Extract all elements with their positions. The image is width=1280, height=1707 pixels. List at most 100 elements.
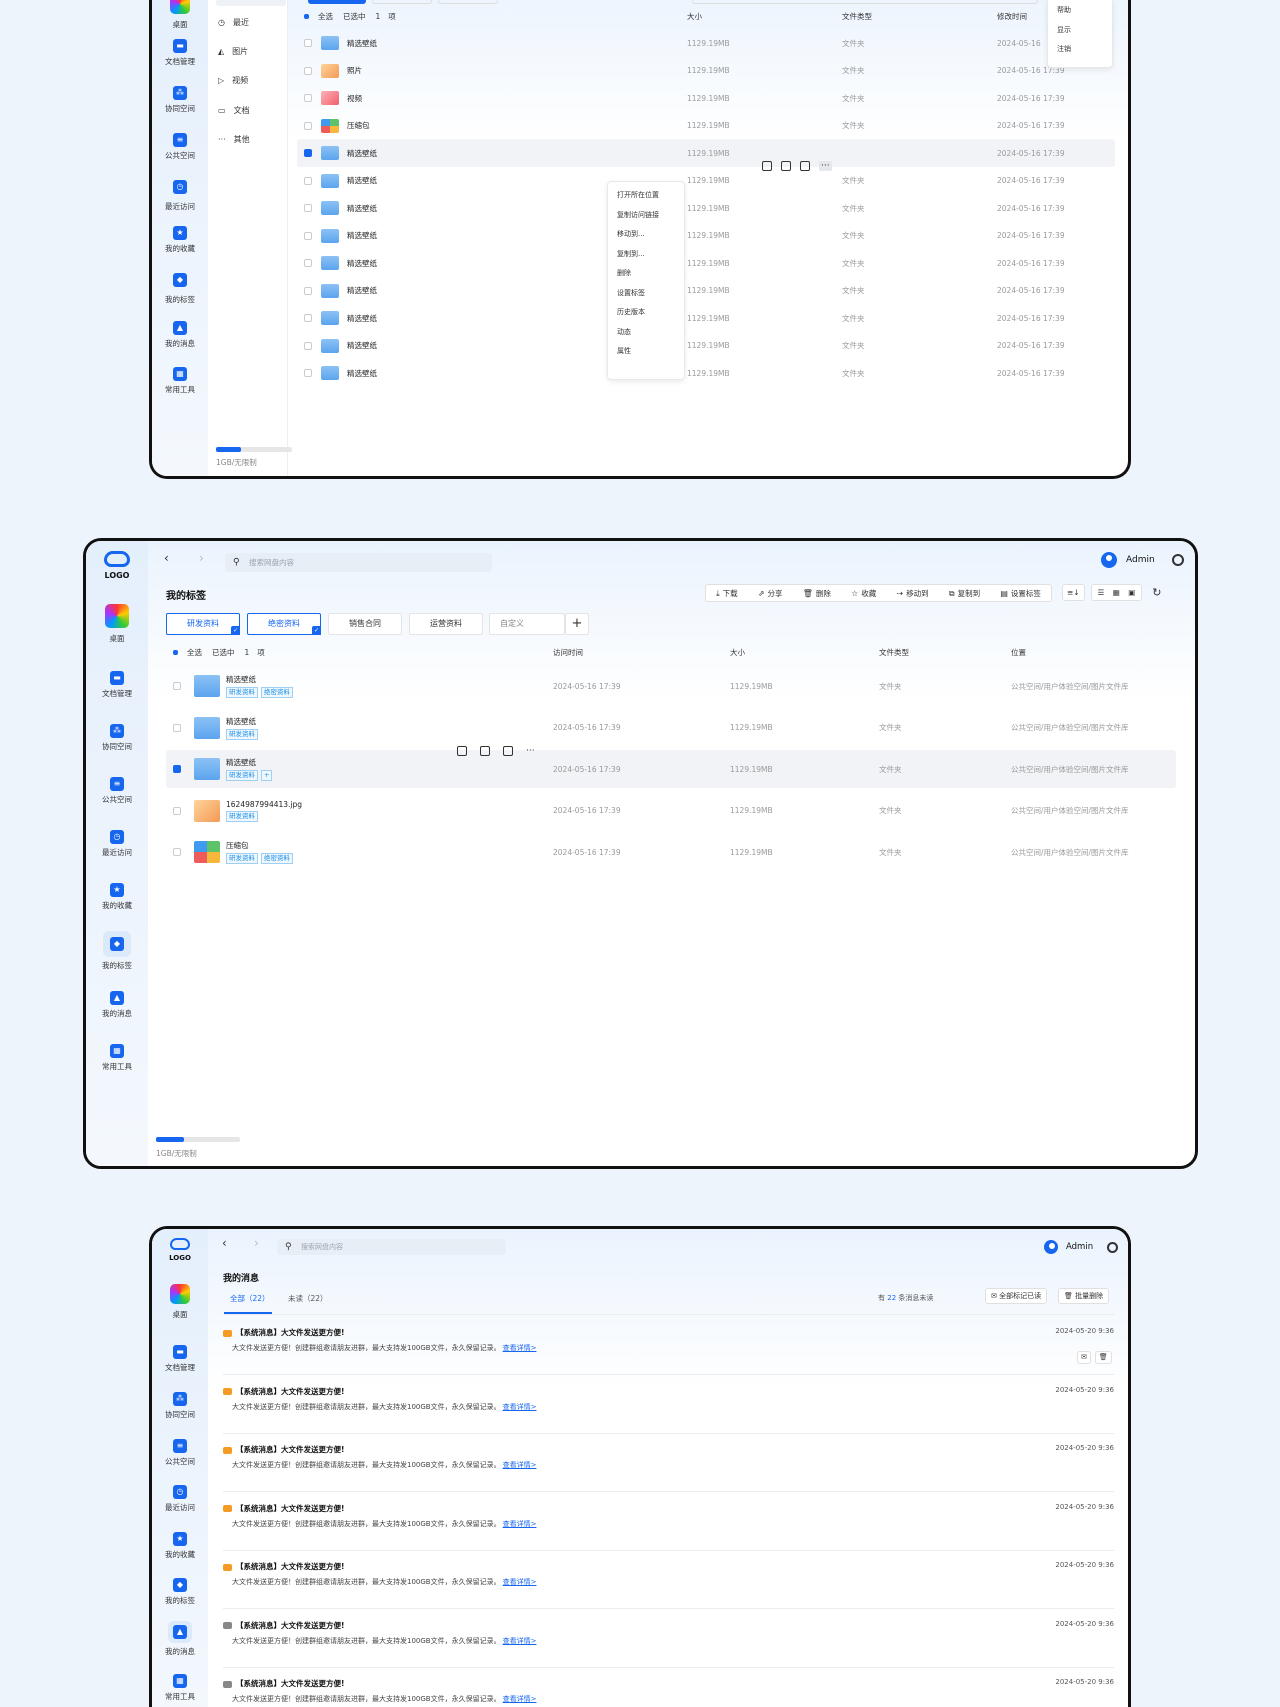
tag-filter-chip[interactable]: 销售合同: [328, 613, 402, 635]
message-item[interactable]: 【系统消息】大文件发送更方便! 大文件发送更方便！创建群组邀请朋友进群，最大支持发…: [223, 1497, 1114, 1551]
rail-item-favorites[interactable]: ★ 我的收藏: [152, 226, 208, 254]
view-details-link[interactable]: 查看详情>: [503, 1578, 537, 1586]
more-icon[interactable]: ···: [526, 746, 535, 756]
rail-item-recent[interactable]: ◷ 最近访问: [86, 830, 148, 858]
message-item[interactable]: 【系统消息】大文件发送更方便! 大文件发送更方便！创建群组邀请朋友进群，最大支持发…: [223, 1614, 1114, 1668]
rail-item-recent[interactable]: ◷ 最近访问: [152, 1485, 208, 1513]
context-menu-item[interactable]: 设置标签: [608, 284, 684, 304]
col-size[interactable]: 大小: [730, 647, 745, 658]
toolbar-button-0[interactable]: ⤓ 下载: [716, 588, 738, 599]
file-name[interactable]: 精选壁纸: [347, 258, 377, 269]
row-checkbox[interactable]: [304, 341, 312, 350]
grid-view-icon[interactable]: ▦: [1113, 588, 1120, 597]
table-row[interactable]: 精选壁纸 1129.19MB 文件夹 2024-05-16 17:39: [297, 167, 1115, 195]
user-area[interactable]: Admin: [1101, 552, 1184, 568]
toolbar-button-6[interactable]: ▤ 设置标签: [1000, 588, 1041, 599]
rail-item-messages[interactable]: ▲ 我的消息: [152, 1621, 208, 1657]
row-checkbox[interactable]: [173, 806, 181, 815]
user-name[interactable]: Admin: [1126, 555, 1155, 565]
search-box-edge[interactable]: [692, 0, 1038, 4]
view-details-link[interactable]: 查看详情>: [503, 1637, 537, 1645]
rail-item-desktop[interactable]: 桌面: [152, 0, 208, 30]
toolbar-button-1[interactable]: ⇗ 分享: [758, 588, 783, 599]
category-item-other[interactable]: ··· 其他: [218, 134, 250, 145]
table-row[interactable]: 1624987994413.jpg 研发资料 2024-05-16 17:39 112…: [166, 792, 1176, 830]
message-item[interactable]: 【系统消息】大文件发送更方便! 大文件发送更方便！创建群组邀请朋友进群，最大支持发…: [223, 1555, 1114, 1609]
row-checkbox[interactable]: [304, 39, 312, 47]
rail-item-tags[interactable]: ◆ 我的标签: [152, 1578, 208, 1606]
mark-all-read-button[interactable]: ✉ 全部标记已读: [985, 1288, 1048, 1304]
rail-item-tools[interactable]: ▦ 常用工具: [152, 367, 208, 395]
table-row[interactable]: 压缩包 研发资料 绝密资料 2024-05-16 17:39 1129.19MB 文件夹 公…: [166, 833, 1176, 871]
table-row[interactable]: 照片 1129.19MB 文件夹 2024-05-16 17:39: [297, 57, 1115, 85]
rail-item-tools[interactable]: ▦ 常用工具: [86, 1044, 148, 1072]
delete-icon[interactable]: 🗑: [1094, 1351, 1112, 1364]
view-details-link[interactable]: 查看详情>: [503, 1520, 537, 1528]
batch-delete-button[interactable]: 🗑 批量删除: [1058, 1288, 1110, 1304]
file-name[interactable]: 精选壁纸: [347, 313, 377, 324]
col-type[interactable]: 文件类型: [842, 11, 872, 22]
rail-item-collab[interactable]: ⁂ 协同空间: [152, 86, 208, 114]
select-all-checkbox[interactable]: [173, 649, 178, 655]
toolbar-button-2[interactable]: 🗑 删除: [803, 588, 831, 599]
row-checkbox[interactable]: [304, 204, 312, 212]
search-input[interactable]: ⚲ 搜索网盘内容: [277, 1239, 506, 1255]
rail-item-collab[interactable]: ⁂ 协同空间: [152, 1392, 208, 1420]
secondary-action-button-2[interactable]: [438, 0, 498, 4]
rail-item-documents[interactable]: ▬ 文档管理: [86, 671, 148, 699]
row-checkbox[interactable]: [173, 848, 181, 856]
gear-icon[interactable]: [1171, 554, 1184, 566]
row-checkbox[interactable]: [304, 259, 312, 267]
context-menu-item[interactable]: 历史版本: [608, 303, 684, 323]
tag-filter-chip[interactable]: 运营资料: [409, 613, 483, 635]
file-name[interactable]: 精选壁纸: [347, 230, 377, 241]
tag-badge[interactable]: 研发资料: [226, 810, 258, 822]
row-checkbox[interactable]: [304, 176, 312, 185]
select-all-label[interactable]: 全选: [318, 11, 333, 22]
download-icon[interactable]: [480, 746, 490, 756]
row-checkbox[interactable]: [304, 369, 312, 377]
table-row[interactable]: 精选壁纸 1129.19MB 文件夹 2024-05-16: [297, 29, 1115, 57]
select-all-label[interactable]: 全选: [187, 647, 202, 658]
col-modified[interactable]: 修改时间: [997, 11, 1027, 22]
table-row[interactable]: 精选壁纸 研发资料 绝密资料 2024-05-16 17:39 1129.19MB 文件夹…: [166, 667, 1176, 705]
message-item[interactable]: 【系统消息】大文件发送更方便! 大文件发送更方便！创建群组邀请朋友进群，最大支持发…: [223, 1672, 1114, 1707]
view-details-link[interactable]: 查看详情>: [503, 1344, 537, 1352]
back-icon[interactable]: ‹: [164, 551, 169, 565]
rail-item-documents[interactable]: ▬ 文档管理: [152, 39, 208, 67]
rail-item-favorites[interactable]: ★ 我的收藏: [152, 1532, 208, 1560]
file-name[interactable]: 精选壁纸: [226, 716, 261, 727]
file-name[interactable]: 照片: [347, 65, 362, 76]
rail-item-recent[interactable]: ◷ 最近访问: [152, 176, 208, 212]
sort-icon[interactable]: ≡↓: [1062, 584, 1085, 601]
view-details-link[interactable]: 查看详情>: [503, 1461, 537, 1469]
message-item[interactable]: 【系统消息】大文件发送更方便! 大文件发送更方便！创建群组邀请朋友进群，最大支持发…: [223, 1438, 1114, 1492]
file-name[interactable]: 精选壁纸: [347, 340, 377, 351]
table-row[interactable]: 精选壁纸 研发资料 2024-05-16 17:39 1129.19MB 文件夹 公共空间…: [166, 709, 1176, 747]
rail-item-messages[interactable]: ▲ 我的消息: [152, 321, 208, 349]
rail-item-tags[interactable]: ◆ 我的标签: [86, 931, 148, 971]
table-row[interactable]: 压缩包 1129.19MB 文件夹 2024-05-16 17:39: [297, 112, 1115, 140]
row-checkbox[interactable]: [304, 286, 312, 295]
col-access-time[interactable]: 访问时间: [553, 647, 583, 658]
forward-icon[interactable]: ›: [199, 551, 204, 565]
file-name[interactable]: 视频: [347, 93, 362, 104]
file-name[interactable]: 精选壁纸: [226, 674, 296, 685]
category-top-item[interactable]: [216, 0, 286, 6]
file-name[interactable]: 精选壁纸: [347, 175, 377, 186]
user-menu-item[interactable]: 帮助: [1048, 1, 1112, 21]
avatar[interactable]: [1044, 1240, 1058, 1254]
more-icon[interactable]: ···: [819, 161, 832, 171]
row-checkbox[interactable]: [304, 231, 312, 240]
primary-action-button[interactable]: [308, 0, 366, 4]
file-name[interactable]: 精选壁纸: [347, 38, 377, 49]
row-checkbox[interactable]: [304, 94, 312, 102]
user-name[interactable]: Admin: [1066, 1242, 1093, 1252]
category-item-recent[interactable]: ◷ 最近: [218, 17, 249, 28]
thumbnail-view-icon[interactable]: ▣: [1128, 588, 1135, 597]
col-location[interactable]: 位置: [1011, 647, 1026, 658]
table-row[interactable]: 视频 1129.19MB 文件夹 2024-05-16 17:39: [297, 84, 1115, 112]
rail-item-desktop[interactable]: 桌面: [86, 604, 148, 644]
view-details-link[interactable]: 查看详情>: [503, 1695, 537, 1703]
file-name[interactable]: 压缩包: [347, 120, 370, 131]
